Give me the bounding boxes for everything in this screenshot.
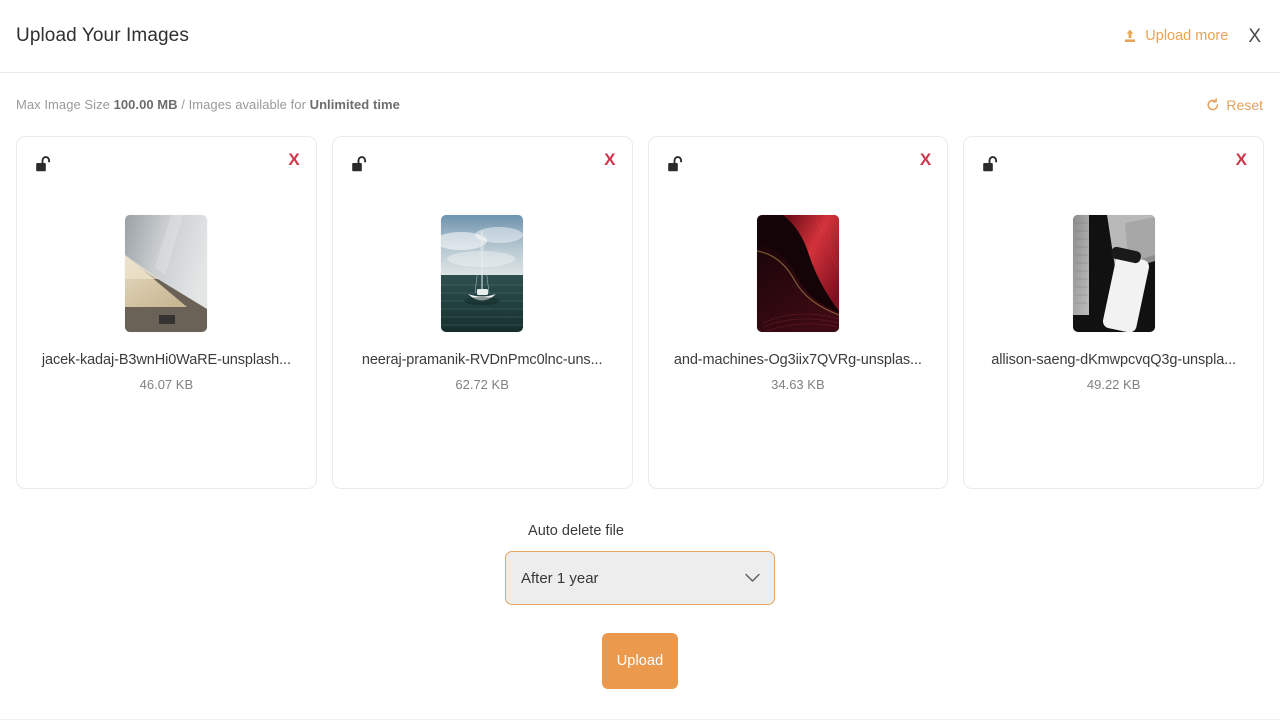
image-card[interactable]: X [16,136,317,489]
auto-delete-label: Auto delete file [528,523,624,539]
size-limit-info: Max Image Size 100.00 MB / Images availa… [16,97,400,112]
upload-more-label: Upload more [1145,28,1229,44]
info-prefix: Max Image Size [16,97,114,112]
upload-icon [1122,28,1138,44]
upload-images-page: Upload Your Images Upload more X Max Ima… [0,0,1280,720]
image-filename: neeraj-pramanik-RVDnPmc0lnc-uns... [361,352,603,368]
upload-more-button[interactable]: Upload more [1122,28,1228,44]
info-bar: Max Image Size 100.00 MB / Images availa… [0,73,1280,136]
image-cards-grid: X jacek-kadaj-B3wnHi0WaRE-unsplash... 46… [0,136,1280,489]
upload-button[interactable]: Upload [602,633,678,689]
info-middle: / Images available for [177,97,310,112]
upload-controls: Auto delete file After 1 year Upload [0,489,1280,720]
dark-red-abstract-waves-thumbnail [756,215,839,332]
page-title: Upload Your Images [16,25,189,46]
reset-label: Reset [1226,96,1263,113]
remove-image-button[interactable]: X [1236,151,1247,168]
max-image-size-value: 100.00 MB [113,97,178,112]
image-card[interactable]: X [963,136,1264,489]
image-card[interactable]: X [331,136,633,489]
close-icon[interactable]: X [1245,25,1264,48]
image-filename: jacek-kadaj-B3wnHi0WaRE-unsplash... [41,352,291,368]
image-thumbnail [1072,215,1155,332]
beige-wooden-surface-thumbnail [125,215,208,332]
auto-delete-select[interactable]: After 1 year [505,551,775,605]
grayscale-phone-shapes-thumbnail [1072,215,1155,332]
unlock-icon[interactable] [665,154,687,176]
remove-image-button[interactable]: X [288,151,299,168]
unlock-icon[interactable] [349,154,371,176]
image-filename: allison-saeng-dKmwpcvqQ3g-unspla... [991,352,1236,368]
sailboat-on-ocean-thumbnail [441,215,524,332]
reset-button[interactable]: Reset [1206,97,1264,113]
unlock-icon[interactable] [980,154,1002,176]
image-filesize: 46.07 KB [139,377,194,392]
image-filename: and-machines-Og3iix7QVRg-unsplas... [673,352,922,368]
page-header: Upload Your Images Upload more X [0,0,1280,73]
image-thumbnail [756,215,839,332]
availability-duration-value: Unlimited time [309,97,400,112]
image-filesize: 34.63 KB [771,377,825,392]
header-actions: Upload more X [1122,25,1266,48]
image-card[interactable]: X [647,136,949,489]
image-thumbnail [441,215,524,332]
image-filesize: 62.72 KB [455,377,509,392]
unlock-icon[interactable] [33,154,55,176]
auto-delete-select-value[interactable]: After 1 year [505,551,775,605]
remove-image-button[interactable]: X [920,151,931,168]
image-filesize: 49.22 KB [1086,377,1141,392]
refresh-icon [1206,97,1220,112]
remove-image-button[interactable]: X [604,151,615,168]
image-thumbnail [125,215,208,332]
